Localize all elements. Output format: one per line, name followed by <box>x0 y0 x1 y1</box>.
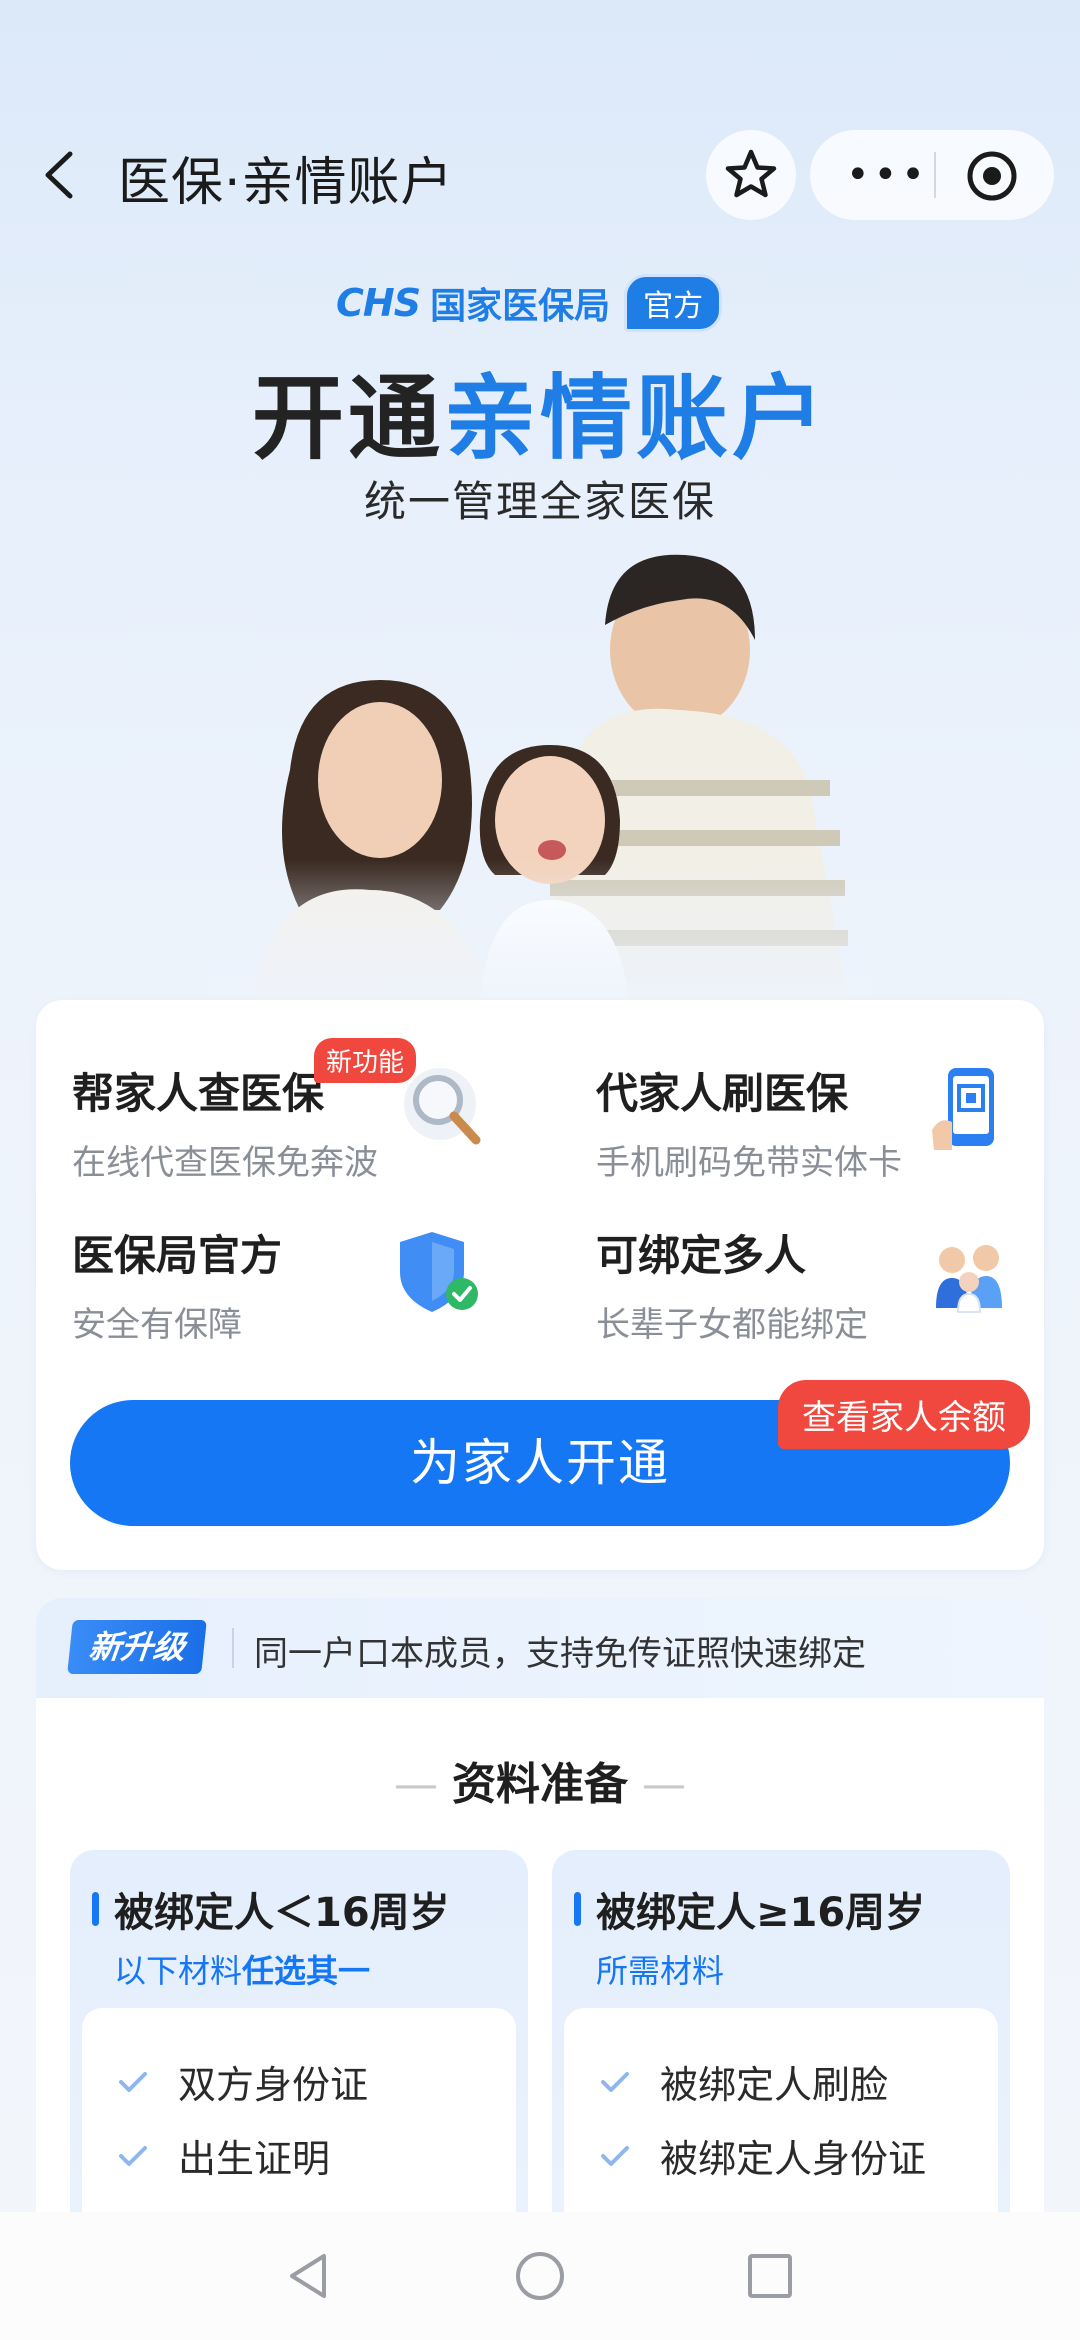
materials-subtitle: 以下材料任选其一 <box>114 1946 370 1992</box>
banner-divider <box>232 1628 234 1668</box>
list-item: 双方身份证 <box>118 2054 368 2109</box>
feature-title: 可绑定多人 <box>596 1231 807 1280</box>
shield-check-icon <box>400 1232 478 1312</box>
list-item-text: 双方身份证 <box>178 2063 369 2107</box>
materials-sub-prefix: 以下材料 <box>114 1952 243 1990</box>
materials-title: 被绑定人≥16周岁 <box>596 1890 926 1936</box>
title-accent-bar <box>92 1892 99 1926</box>
list-item: 被绑定人刷脸 <box>600 2054 888 2109</box>
page: 医保·亲情账户 ••• CHS 国家医保局 官方 开通亲情账户 统一管理全家医保 <box>0 0 1080 2340</box>
agency-name: 国家医保局 <box>430 286 611 327</box>
feature-multi-binding[interactable]: 可绑定多人 长辈子女都能绑定 <box>596 1222 868 1346</box>
hero-title-account: 亲情账户 <box>444 365 829 472</box>
system-home-icon[interactable] <box>512 2248 568 2304</box>
star-icon <box>725 149 777 198</box>
upgrade-badge: 新升级 <box>67 1620 207 1674</box>
hero-subtitle: 统一管理全家医保 <box>363 477 716 526</box>
materials-subtitle: 所需材料 <box>596 1952 725 1990</box>
title-dash: — <box>628 1759 686 1810</box>
upgrade-banner: 新升级 同一户口本成员，支持免传证照快速绑定 <box>36 1598 1044 1698</box>
feature-subtitle: 安全有保障 <box>72 1305 242 1345</box>
list-item-text: 被绑定人身份证 <box>660 2137 927 2181</box>
feature-subtitle: 在线代查医保免奔波 <box>72 1143 378 1183</box>
check-icon <box>119 2145 147 2166</box>
feature-title: 代家人刷医保 <box>596 1069 849 1118</box>
back-arrow-icon[interactable] <box>34 148 88 202</box>
features-card: 帮家人查医保 在线代查医保免奔波 新功能 代家人刷医保 手机刷码免带实体卡 医保… <box>36 1000 1044 1570</box>
feature-pay-for-family[interactable]: 代家人刷医保 手机刷码免带实体卡 <box>596 1060 902 1184</box>
family-photo <box>210 554 870 1010</box>
capsule-menu: ••• <box>810 130 1054 220</box>
list-item: 出生证明 <box>118 2128 330 2183</box>
chs-logo: CHS <box>336 281 421 325</box>
hero-title-open: 开通 <box>251 365 444 472</box>
mini-program-nav-bar: 医保·亲情账户 ••• <box>0 120 1080 230</box>
favorite-button[interactable] <box>706 130 796 220</box>
feature-title: 医保局官方 <box>72 1231 283 1280</box>
agency-brand: CHS 国家医保局 官方 <box>336 274 723 332</box>
check-icon <box>601 2071 629 2092</box>
upgrade-text: 同一户口本成员，支持免传证照快速绑定 <box>254 1634 866 1674</box>
more-options-button[interactable]: ••• <box>846 155 929 195</box>
official-badge: 官方 <box>624 274 723 332</box>
list-item-text: 出生证明 <box>178 2137 331 2181</box>
system-navigation-bar <box>0 2212 1080 2340</box>
materials-sub-bold: 任选其一 <box>242 1952 371 1990</box>
system-recents-icon[interactable] <box>742 2248 798 2304</box>
magnifier-icon <box>404 1068 481 1145</box>
hero-title: 开通亲情账户 <box>0 344 1080 477</box>
materials-title: 被绑定人＜16周岁 <box>114 1890 450 1936</box>
list-item-text: 被绑定人刷脸 <box>660 2063 889 2107</box>
system-back-icon[interactable] <box>282 2248 338 2304</box>
check-icon <box>119 2071 147 2092</box>
check-icon <box>601 2145 629 2166</box>
page-title: 医保·亲情账户 <box>118 153 454 213</box>
title-dash: — <box>394 1759 452 1810</box>
close-target-icon[interactable] <box>966 150 1018 202</box>
section-title-text: 资料准备 <box>452 1759 628 1810</box>
feature-subtitle: 长辈子女都能绑定 <box>596 1305 868 1345</box>
capsule-divider <box>934 152 936 198</box>
feature-official[interactable]: 医保局官方 安全有保障 <box>72 1222 282 1346</box>
feature-subtitle: 手机刷码免带实体卡 <box>596 1143 902 1183</box>
section-title: — 资料准备 — <box>36 1748 1044 1812</box>
title-accent-bar <box>574 1892 581 1926</box>
list-item: 被绑定人身份证 <box>600 2128 926 2183</box>
view-family-balance-tag[interactable]: 查看家人余额 <box>778 1380 1030 1449</box>
family-icon <box>936 1245 1002 1313</box>
phone-qr-icon <box>932 1068 994 1150</box>
